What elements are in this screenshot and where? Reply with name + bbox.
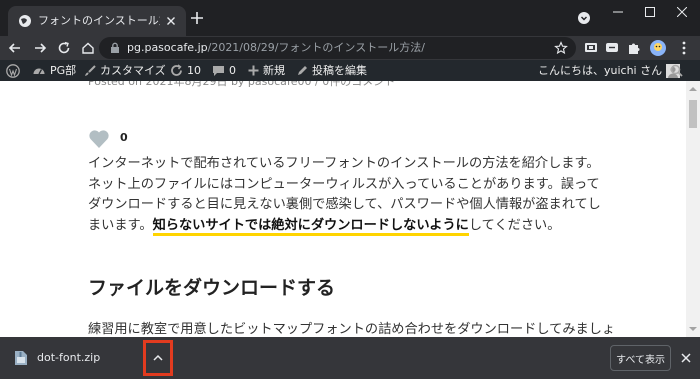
section-heading: ファイルをダウンロードする — [88, 277, 336, 299]
comment-icon — [213, 65, 224, 76]
back-button[interactable] — [6, 39, 24, 57]
wp-customize-link[interactable]: カスタマイズ — [84, 60, 166, 81]
close-icon — [677, 7, 687, 17]
page-scrollbar[interactable] — [686, 81, 700, 337]
wp-account-menu[interactable]: こんにちは、yuichi さん — [538, 60, 681, 81]
close-icon[interactable] — [680, 352, 692, 364]
download-bar: dot-font.zip すべて表示 — [0, 337, 700, 379]
wp-edit-post-link[interactable]: 投稿を編集 — [296, 60, 367, 81]
address-bar[interactable]: pg.pasocafe.jp/2021/08/29/フォントのインストール方法/ — [99, 37, 576, 59]
cast-icon — [585, 43, 597, 52]
wp-comments-link[interactable]: 0 — [212, 60, 236, 81]
avatar-icon — [650, 40, 666, 56]
wp-new-menu[interactable]: 新規 — [248, 60, 285, 81]
lock-icon[interactable] — [109, 42, 121, 54]
wp-logo-menu[interactable] — [6, 60, 20, 81]
paragraph-line: インターネットで配布されているフリーフォントのインストールの方法を紹介します。 — [88, 156, 600, 171]
highlighted-warning: 知らないサイトでは絶対にダウンロードしないように — [152, 217, 469, 236]
zip-file-icon[interactable] — [14, 350, 28, 366]
chevron-up-icon — [153, 354, 163, 361]
puzzle-icon — [629, 43, 640, 54]
profile-button[interactable] — [650, 40, 666, 56]
pencil-icon — [298, 65, 307, 75]
wp-updates-link[interactable]: 10 — [170, 60, 201, 81]
url-host: pg.pasocafe.jp — [127, 41, 208, 54]
more-vert-icon — [682, 41, 686, 55]
extension-1[interactable] — [583, 40, 599, 56]
scroll-up-icon[interactable] — [689, 85, 697, 93]
browser-toolbar: pg.pasocafe.jp/2021/08/29/フォントのインストール方法/ — [0, 36, 700, 60]
tab-title: フォントのインストール方法 – PG部 — [38, 14, 160, 27]
arrow-left-icon — [8, 43, 20, 53]
wp-admin-bar: PG部 カスタマイズ 10 0 新規 投稿を編集 こんにちは、yuichi さん — [0, 60, 700, 81]
arrow-right-icon — [35, 43, 47, 53]
wp-updates-count: 10 — [187, 64, 201, 77]
wordpress-icon — [6, 63, 20, 78]
wp-new-label: 新規 — [263, 64, 285, 77]
heart-icon[interactable] — [88, 128, 110, 150]
article-paragraph: インターネットで配布されているフリーフォントのインストールの方法を紹介します。 … — [88, 154, 608, 236]
home-icon — [82, 42, 94, 54]
window-close-button[interactable] — [664, 0, 700, 24]
home-button[interactable] — [79, 39, 97, 57]
article-paragraph: 練習用に教室で用意したビットマップフォントの詰め合わせをダウンロードしてみましょ — [88, 322, 616, 337]
update-icon — [171, 64, 182, 76]
scroll-down-icon[interactable] — [689, 325, 697, 333]
forward-button[interactable] — [31, 39, 49, 57]
menu-button[interactable] — [676, 40, 692, 56]
post-meta: Posted on 2021年8月29日 by pasocafe00 / 0件の… — [88, 81, 396, 88]
paintbrush-icon — [85, 64, 96, 76]
browser-tab[interactable]: フォントのインストール方法 – PG部 — [8, 6, 186, 36]
wp-comments-count: 0 — [229, 64, 236, 77]
chat-icon — [606, 43, 618, 52]
paragraph-text: してください。 — [468, 217, 561, 233]
reload-button[interactable] — [55, 39, 73, 57]
wp-greeting: こんにちは、yuichi さん — [538, 64, 663, 77]
wp-site-menu[interactable]: PG部 — [32, 60, 76, 81]
globe-icon — [19, 15, 31, 27]
reload-icon — [58, 41, 70, 54]
new-tab-icon[interactable] — [190, 11, 204, 25]
wp-site-name: PG部 — [50, 64, 77, 77]
search-icon — [670, 64, 683, 77]
tab-search-icon[interactable] — [578, 12, 590, 24]
tab-strip: フォントのインストール方法 – PG部 — [0, 0, 700, 36]
paragraph-line: ネット上のファイルにはコンピューターウィルスが入っていることがあります。誤ってダ… — [88, 175, 608, 237]
plus-icon — [248, 65, 259, 76]
url-path: /2021/08/29/フォントのインストール方法/ — [207, 41, 425, 54]
scrollbar-thumb[interactable] — [689, 100, 697, 128]
url-text[interactable]: pg.pasocafe.jp/2021/08/29/フォントのインストール方法/ — [127, 40, 425, 56]
like-count: 0 — [120, 131, 128, 144]
extension-2[interactable] — [604, 40, 620, 56]
star-icon[interactable] — [554, 41, 568, 55]
minimize-icon — [613, 11, 623, 13]
maximize-icon — [645, 7, 655, 17]
wp-search-button[interactable] — [670, 60, 683, 81]
wp-customize-label: カスタマイズ — [100, 64, 166, 77]
extensions-button[interactable] — [626, 40, 642, 56]
page-content: Posted on 2021年8月29日 by pasocafe00 / 0件の… — [0, 81, 686, 337]
maximize-button[interactable] — [632, 0, 668, 24]
dashboard-icon — [33, 68, 45, 74]
minimize-button[interactable] — [600, 0, 636, 24]
show-all-button[interactable]: すべて表示 — [610, 345, 671, 371]
wp-edit-post-label: 投稿を編集 — [312, 64, 367, 77]
download-filename[interactable]: dot-font.zip — [37, 350, 100, 366]
download-options-button[interactable] — [143, 340, 173, 376]
close-icon[interactable] — [164, 14, 178, 28]
